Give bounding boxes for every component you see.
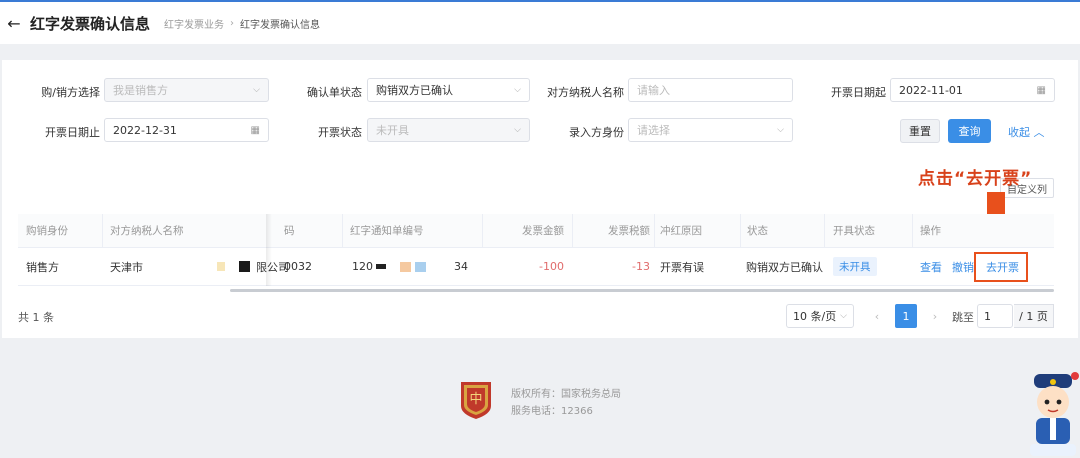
go-issue-invoice-highlight [974,252,1028,282]
pages-total: / 1 页 [1014,304,1054,328]
counterparty-placeholder: 请输入 [637,84,670,97]
redaction-mark [217,262,225,271]
prev-page-button[interactable]: ‹ [866,304,888,328]
cell-notice-no-start: 120 [352,260,373,273]
svg-text:中: 中 [469,392,482,407]
query-button[interactable]: 查询 [948,119,991,143]
breadcrumb-item-current: 红字发票确认信息 [240,19,321,31]
table-header: 购销身份 对方纳税人名称 码 红字通知单编号 发票金额 发票税额 冲红原因 状态… [18,214,1054,248]
column-divider [912,214,913,247]
col-header-notice-no: 红字通知单编号 [350,225,424,237]
role-label: 购/销方选择 [41,86,100,99]
col-header-status: 状态 [747,225,768,237]
confirm-status-label: 确认单状态 [307,86,362,99]
view-link[interactable]: 查看 [920,259,942,275]
cell-status: 购销双方已确认 [746,260,823,274]
col-header-reason: 冲红原因 [660,225,702,237]
calendar-icon: ▦ [1036,84,1046,96]
role-select-value: 我是销售方 [113,84,168,97]
footer-copyright: 版权所有：国家税务总局 [511,389,621,400]
chevron-up-icon: ︿ [1033,126,1045,139]
top-bar: ← 红字发票确认信息 红字发票业务 › 红字发票确认信息 [0,0,1080,44]
column-divider [740,214,741,247]
cell-code: 0032 [284,260,312,273]
entry-identity-label: 录入方身份 [569,126,624,139]
counterparty-input[interactable]: 请输入 [628,78,793,102]
instruction-annotation: 点击“去开票” [918,169,1033,189]
footer-info: 版权所有：国家税务总局 服务电话：12366 [511,386,621,420]
revoke-link[interactable]: 撤销 [952,259,974,275]
next-page-button[interactable]: › [924,304,946,328]
confirm-status-value: 购销双方已确认 [376,84,453,97]
date-to-label: 开票日期止 [45,126,100,139]
chevron-down-icon: ⌵ [253,85,260,95]
breadcrumb-item-red-invoice-business[interactable]: 红字发票业务 [164,16,224,31]
fixed-column-shadow [266,214,272,286]
horizontal-scrollbar[interactable] [230,289,1054,292]
redaction-mark [239,261,250,272]
cell-counterparty: 天津市 限公司 [110,248,289,285]
counterparty-label: 对方纳税人名称 [547,86,624,99]
entry-identity-placeholder: 请选择 [637,124,670,137]
column-divider [342,214,343,247]
cell-notice-no-end: 34 [454,260,468,273]
page-title: 红字发票确认信息 [30,14,151,33]
cell-reason: 开票有误 [660,260,704,274]
goto-page-input[interactable]: 1 [977,304,1013,328]
collapse-toggle[interactable]: 收起 ︿ [1008,124,1045,140]
cell-notice-no: 120 34 [352,248,468,285]
page-size-select[interactable]: 10 条/页 ⌵ [786,304,854,328]
collapse-label: 收起 [1008,126,1030,139]
redaction-mark [400,261,411,272]
back-arrow-icon[interactable]: ← [0,14,28,33]
tax-bureau-logo: 中 [459,380,493,420]
chevron-down-icon: ⌵ [840,311,847,321]
date-from-value: 2022-11-01 [899,83,963,97]
table-row: 销售方 天津市 限公司 0032 120 34 -100 -13 开票有误 购销… [18,248,1054,286]
column-divider [824,214,825,247]
invoice-status-label: 开票状态 [318,126,362,139]
total-count: 共 1 条 [18,311,54,324]
date-from-label: 开票日期起 [831,86,886,99]
col-header-counterparty: 对方纳税人名称 [110,225,184,237]
page-size-value: 10 条/页 [793,310,837,323]
confirm-status-select[interactable]: 购销双方已确认 ⌵ [367,78,530,102]
invoice-status-value: 未开具 [376,124,409,137]
cell-amount: -100 [539,260,564,273]
cell-tax: -13 [632,260,650,273]
breadcrumb: 红字发票业务 › 红字发票确认信息 [164,16,320,31]
entry-identity-select[interactable]: 请选择 ⌵ [628,118,793,142]
footer-phone: 服务电话：12366 [511,406,593,417]
issue-status-badge: 未开具 [833,257,877,276]
col-header-code: 码 [284,225,295,237]
goto-label: 跳至 [952,311,974,324]
column-divider [654,214,655,247]
chevron-down-icon: ⌵ [514,85,521,95]
assistant-mascot[interactable] [1024,372,1080,458]
col-header-amount: 发票金额 [522,225,564,237]
breadcrumb-separator: › [230,17,235,29]
chevron-down-icon: ⌵ [777,125,784,135]
reset-button[interactable]: 重置 [900,119,940,143]
date-from-picker[interactable]: 2022-11-01 ▦ [890,78,1055,102]
current-page-button[interactable]: 1 [895,304,917,328]
redaction-mark [376,264,386,269]
cell-issue-status: 未开具 [833,248,877,285]
invoice-status-select: 未开具 ⌵ [367,118,530,142]
col-header-identity: 购销身份 [26,225,68,237]
col-header-issue-status: 开具状态 [833,225,875,237]
calendar-icon: ▦ [250,124,260,136]
date-to-picker[interactable]: 2022-12-31 ▦ [104,118,269,142]
column-divider [102,214,103,247]
col-header-tax: 发票税额 [608,225,650,237]
notification-dot [1071,372,1079,380]
redaction-mark [415,261,426,272]
col-header-actions: 操作 [920,225,941,237]
role-select: 我是销售方 ⌵ [104,78,269,102]
date-to-value: 2022-12-31 [113,123,177,137]
cell-counterparty-start: 天津市 [110,260,143,274]
chevron-down-icon: ⌵ [514,125,521,135]
cell-identity: 销售方 [26,260,59,274]
